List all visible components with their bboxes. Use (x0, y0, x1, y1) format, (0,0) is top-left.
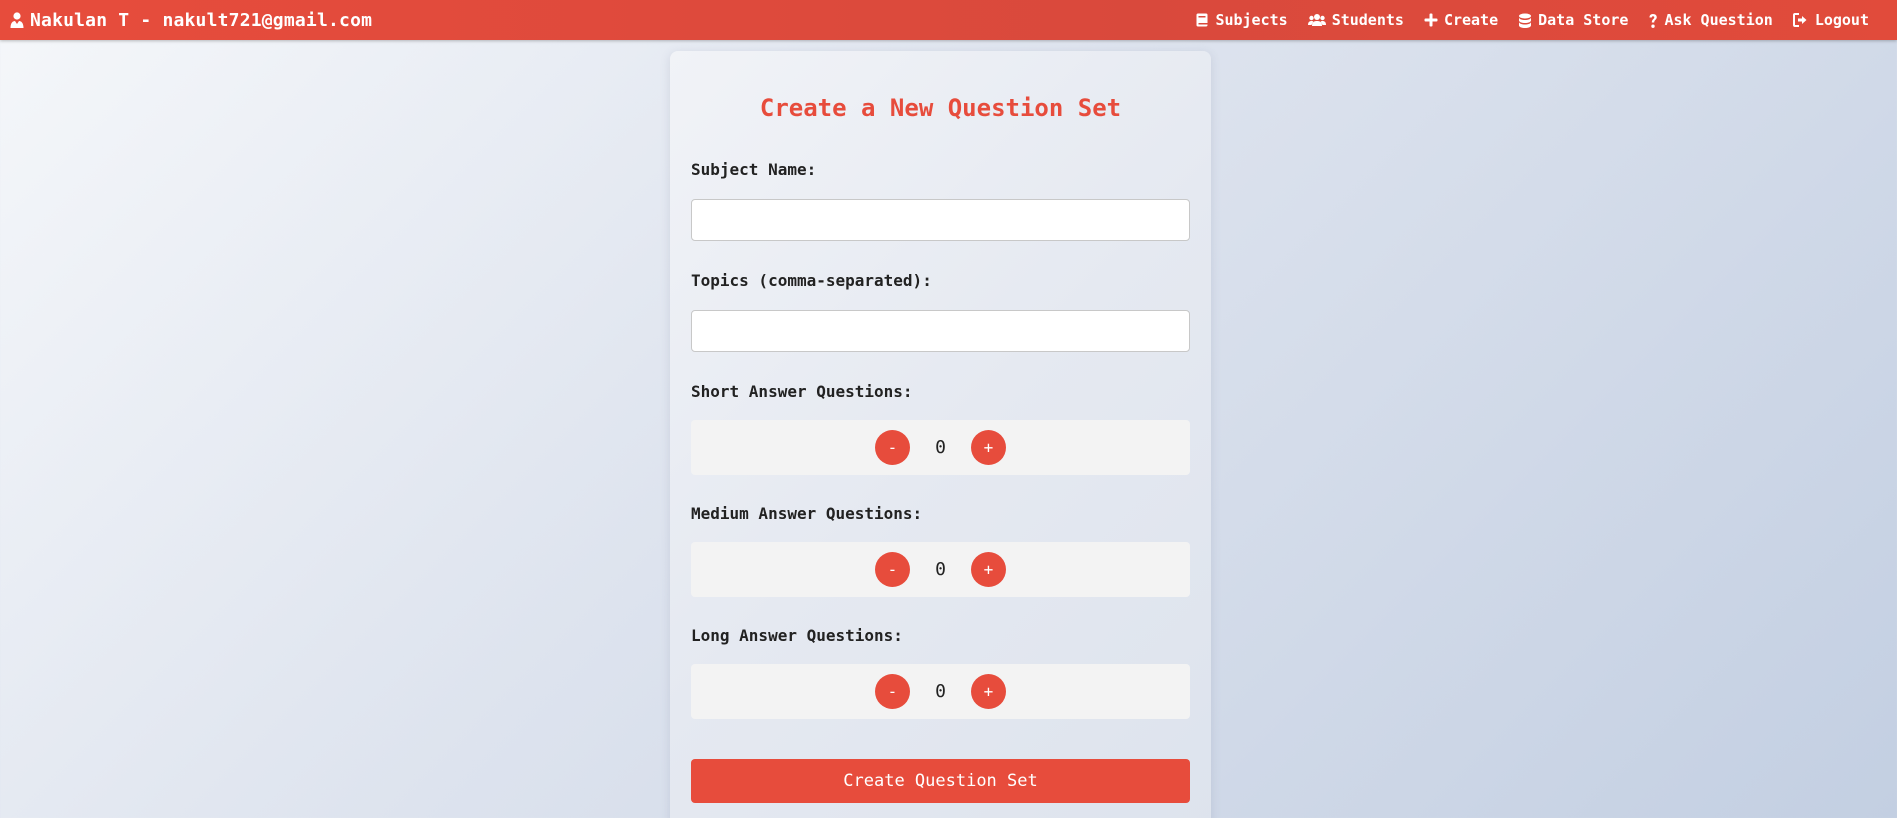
nav-item-data-store[interactable]: Data Store (1518, 11, 1628, 29)
short-answer-count: 0 (935, 437, 946, 458)
question-icon (1648, 13, 1658, 28)
nav-item-students[interactable]: Students (1307, 11, 1404, 29)
medium-answer-label: Medium Answer Questions: (691, 504, 923, 523)
nav-item-label: Students (1331, 11, 1404, 29)
database-icon (1518, 13, 1532, 28)
subject-name-input[interactable] (691, 199, 1190, 241)
short-answer-stepper: - 0 + (691, 420, 1190, 475)
subject-name-label: Subject Name: (691, 160, 817, 179)
nav-item-label: Data Store (1538, 11, 1629, 29)
nav-item-logout[interactable]: Logout (1792, 11, 1869, 29)
medium-answer-stepper: - 0 + (691, 542, 1190, 597)
user-name-email: Nakulan T - nakult721@gmail.com (30, 9, 373, 31)
plus-icon (1424, 13, 1438, 27)
nav-item-create[interactable]: Create (1424, 11, 1498, 29)
long-answer-increment-button[interactable]: + (971, 674, 1006, 709)
form-title: Create a New Question Set (759, 94, 1122, 122)
medium-answer-decrement-button[interactable]: - (875, 552, 910, 587)
users-icon (1307, 13, 1326, 27)
nav-links: Subjects Students Create Data Store Ask … (1175, 11, 1869, 29)
medium-answer-increment-button[interactable]: + (971, 552, 1006, 587)
short-answer-decrement-button[interactable]: - (875, 430, 910, 465)
nav-item-label: Create (1443, 11, 1499, 29)
short-answer-label: Short Answer Questions: (691, 382, 913, 401)
nav-item-subjects[interactable]: Subjects (1195, 11, 1288, 29)
create-question-set-button[interactable]: Create Question Set (691, 759, 1190, 803)
nav-item-label: Ask Question (1664, 11, 1773, 29)
nav-item-ask-question[interactable]: Ask Question (1648, 11, 1773, 29)
nav-item-label: Subjects (1215, 11, 1288, 29)
logout-icon (1792, 13, 1809, 27)
medium-answer-count: 0 (935, 559, 946, 580)
top-navbar: Nakulan T - nakult721@gmail.com Subjects… (0, 0, 1897, 40)
long-answer-stepper: - 0 + (691, 664, 1190, 719)
topics-input[interactable] (691, 310, 1190, 352)
book-icon (1195, 13, 1209, 27)
long-answer-label: Long Answer Questions: (691, 626, 903, 645)
user-brand: Nakulan T - nakult721@gmail.com (10, 10, 372, 31)
user-tie-icon (10, 12, 24, 28)
long-answer-count: 0 (935, 681, 946, 702)
nav-item-label: Logout (1814, 11, 1869, 29)
long-answer-decrement-button[interactable]: - (875, 674, 910, 709)
topics-label: Topics (comma-separated): (691, 271, 932, 290)
create-question-set-card: Create a New Question Set Subject Name: … (670, 51, 1211, 818)
short-answer-increment-button[interactable]: + (971, 430, 1006, 465)
